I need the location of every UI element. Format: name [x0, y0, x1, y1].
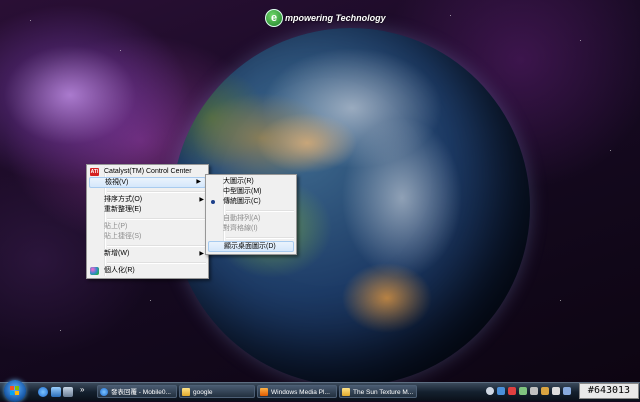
menu-item-label: 顯示桌面圖示(D) — [224, 243, 276, 250]
wallpaper-brand: e mpowering Technology — [265, 8, 386, 28]
folder-icon — [342, 388, 350, 396]
menu-item-label: 重新整理(E) — [104, 206, 142, 213]
tray-help-icon[interactable] — [486, 387, 494, 395]
menu-item-label: 自動排列(A) — [223, 215, 261, 222]
windows-logo-icon — [10, 386, 20, 396]
taskbar-button-media-player[interactable]: Windows Media Pl... — [257, 385, 337, 398]
menu-item-label: 排序方式(O) — [104, 196, 143, 203]
submenu-arrow-icon: ▶ — [199, 251, 204, 257]
menu-separator — [107, 262, 206, 264]
tray-security-icon[interactable] — [519, 387, 527, 395]
submenu-arrow-icon: ▶ — [196, 179, 201, 185]
task-label: The Sun Texture M... — [353, 389, 414, 396]
menu-item-label: 新增(W) — [104, 250, 130, 257]
menu-item-paste[interactable]: 貼上(P) — [87, 222, 208, 232]
ie-quicklaunch-icon[interactable] — [38, 387, 48, 397]
ie-icon — [100, 388, 108, 396]
menu-item-label: 中型圖示(M) — [223, 188, 262, 195]
menu-item-refresh[interactable]: 重新整理(E) — [87, 205, 208, 215]
star — [60, 330, 61, 331]
menu-separator — [107, 218, 206, 220]
menu-item-new[interactable]: 新增(W) ▶ — [87, 249, 208, 259]
brand-text: mpowering Technology — [285, 13, 386, 23]
media-player-icon — [260, 388, 268, 396]
menu-item-label: 大圖示(R) — [223, 178, 254, 185]
menu-item-label: 貼上(P) — [104, 223, 128, 230]
quicklaunch-more-button[interactable]: » — [80, 385, 84, 394]
taskbar-button-sun-texture[interactable]: The Sun Texture M... — [339, 385, 417, 398]
menu-item-paste-shortcut[interactable]: 貼上捷徑(S) — [87, 232, 208, 242]
tray-network-icon[interactable] — [497, 387, 505, 395]
menu-item-sort-by[interactable]: 排序方式(O) ▶ — [87, 195, 208, 205]
tray-badge: #643013 — [579, 383, 639, 399]
menu-item-personalize[interactable]: 個人化(R) — [87, 266, 208, 276]
task-label: Windows Media Pl... — [271, 389, 330, 396]
menu-item-label: 檢視(V) — [105, 179, 129, 186]
star — [120, 50, 121, 51]
star — [450, 15, 451, 16]
menu-item-view[interactable]: 檢視(V) ▶ — [89, 177, 206, 188]
tray-power-icon[interactable] — [563, 387, 571, 395]
menu-separator — [107, 245, 206, 247]
star — [580, 40, 581, 41]
task-label: google — [193, 389, 213, 396]
switch-windows-icon[interactable] — [63, 387, 73, 397]
system-tray — [486, 385, 580, 399]
selected-bullet-icon — [211, 200, 215, 204]
star — [560, 300, 561, 301]
menu-item-show-desktop-icons[interactable]: 顯示桌面圖示(D) — [208, 241, 294, 252]
menu-separator — [226, 210, 294, 212]
menu-item-label: 貼上捷徑(S) — [104, 233, 142, 240]
star — [30, 20, 31, 21]
task-label: 發表回覆 - Mobile0... — [111, 389, 171, 396]
ati-icon: ATI — [90, 168, 99, 176]
menu-item-label: 對齊格線(I) — [223, 225, 258, 232]
menu-item-label: 傳統圖示(C) — [223, 198, 261, 205]
menu-item-catalyst[interactable]: ATI Catalyst(TM) Control Center — [87, 167, 208, 177]
menu-item-label: Catalyst(TM) Control Center — [104, 168, 192, 175]
tray-ati-icon[interactable] — [508, 387, 516, 395]
desktop-context-menu: ATI Catalyst(TM) Control Center 檢視(V) ▶ … — [86, 164, 209, 279]
view-submenu: 大圖示(R) 中型圖示(M) 傳統圖示(C) 自動排列(A) 對齊格線(I) 顯… — [205, 174, 297, 255]
menu-separator — [226, 237, 294, 239]
menu-item-medium-icons[interactable]: 中型圖示(M) — [206, 187, 296, 197]
menu-item-classic-icons[interactable]: 傳統圖示(C) — [206, 197, 296, 207]
menu-item-align-to-grid[interactable]: 對齊格線(I) — [206, 224, 296, 234]
menu-item-large-icons[interactable]: 大圖示(R) — [206, 177, 296, 187]
tray-app-icon[interactable] — [541, 387, 549, 395]
star — [150, 300, 151, 301]
menu-item-auto-arrange[interactable]: 自動排列(A) — [206, 214, 296, 224]
start-button[interactable] — [4, 380, 26, 402]
submenu-arrow-icon: ▶ — [199, 197, 204, 203]
taskbar-button-google[interactable]: google — [179, 385, 255, 398]
menu-item-label: 個人化(R) — [104, 267, 135, 274]
menu-separator — [107, 191, 206, 193]
taskbar-button-reply[interactable]: 發表回覆 - Mobile0... — [97, 385, 177, 398]
tray-app-icon[interactable] — [530, 387, 538, 395]
brand-logo: e — [265, 9, 283, 27]
folder-icon — [182, 388, 190, 396]
show-desktop-icon[interactable] — [51, 387, 61, 397]
star — [610, 150, 611, 151]
tray-volume-icon[interactable] — [552, 387, 560, 395]
taskbar: » 發表回覆 - Mobile0... google Windows Media… — [0, 380, 640, 402]
personalize-icon — [90, 267, 99, 275]
